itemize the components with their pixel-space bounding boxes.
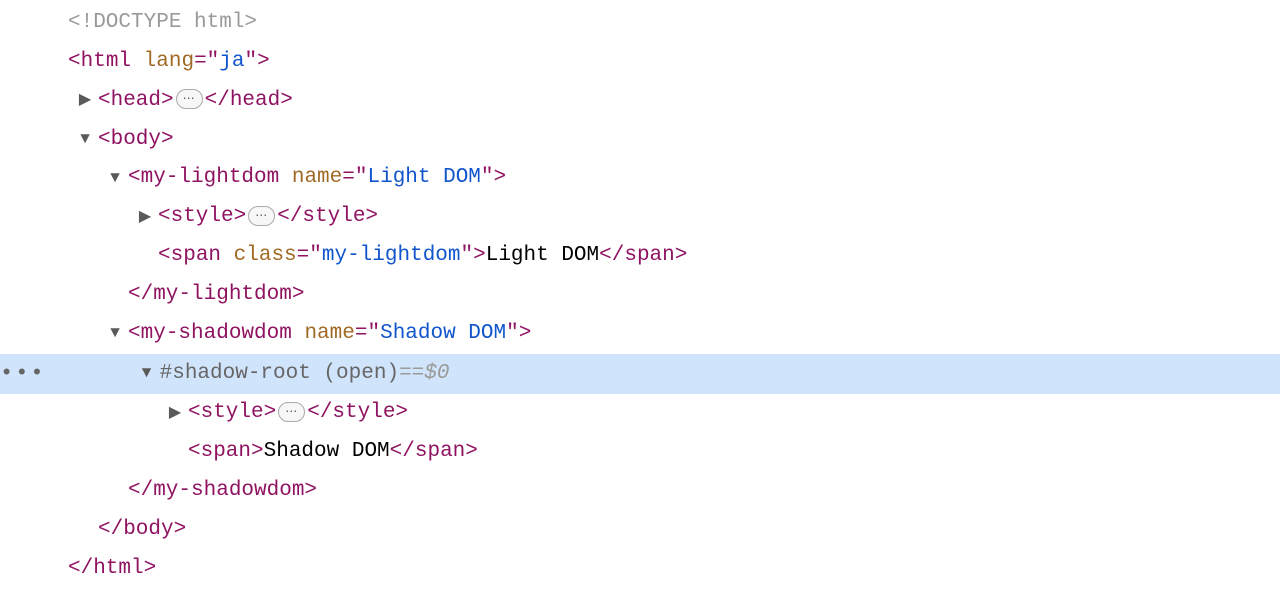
head-close-tag: </head> bbox=[205, 82, 293, 121]
gutter-more-icon[interactable]: ••• bbox=[0, 354, 46, 395]
shadow-style-open-tag: <style> bbox=[188, 394, 276, 433]
node-shadow-style[interactable]: ▶ <style> ⋯ </style> bbox=[0, 394, 1280, 433]
node-body-open[interactable]: ▼ <body> bbox=[0, 121, 1280, 160]
collapse-arrow-icon[interactable]: ▼ bbox=[74, 125, 96, 155]
expand-arrow-icon[interactable]: ▶ bbox=[164, 399, 186, 429]
ellipsis-pill[interactable]: ⋯ bbox=[278, 402, 305, 422]
selection-eq: == bbox=[399, 355, 424, 394]
expand-arrow-icon[interactable]: ▶ bbox=[134, 203, 156, 233]
my-lightdom-open-tag: <my-lightdom name="Light DOM"> bbox=[128, 159, 506, 198]
doctype-text: <!DOCTYPE html> bbox=[68, 4, 257, 43]
lightdom-span-open: <span class="my-lightdom"> bbox=[158, 237, 486, 276]
node-my-shadowdom-open[interactable]: ▼ <my-shadowdom name="Shadow DOM"> bbox=[0, 315, 1280, 354]
node-lightdom-style[interactable]: ▶ <style> ⋯ </style> bbox=[0, 198, 1280, 237]
shadow-span-close: </span> bbox=[390, 433, 478, 472]
style-close-tag: </style> bbox=[277, 198, 378, 237]
expand-arrow-icon[interactable]: ▶ bbox=[74, 86, 96, 116]
dom-tree: <!DOCTYPE html> <html lang="ja"> ▶ <head… bbox=[0, 0, 1280, 609]
node-html-open[interactable]: <html lang="ja"> bbox=[0, 43, 1280, 82]
html-open-tag: <html lang="ja"> bbox=[68, 43, 270, 82]
style-open-tag: <style> bbox=[158, 198, 246, 237]
html-close-tag: </html> bbox=[68, 550, 156, 589]
ellipsis-pill[interactable]: ⋯ bbox=[248, 206, 275, 226]
shadow-style-close-tag: </style> bbox=[307, 394, 408, 433]
node-my-shadowdom-close[interactable]: </my-shadowdom> bbox=[0, 472, 1280, 511]
shadow-span-open: <span> bbox=[188, 433, 264, 472]
node-html-close[interactable]: </html> bbox=[0, 550, 1280, 589]
collapse-arrow-icon[interactable]: ▼ bbox=[104, 319, 126, 349]
my-shadowdom-open-tag: <my-shadowdom name="Shadow DOM"> bbox=[128, 315, 531, 354]
shadow-root-label: #shadow-root (open) bbox=[160, 355, 399, 394]
lightdom-span-close: </span> bbox=[599, 237, 687, 276]
node-head[interactable]: ▶ <head> ⋯ </head> bbox=[0, 82, 1280, 121]
my-lightdom-close-tag: </my-lightdom> bbox=[128, 276, 304, 315]
head-open-tag: <head> bbox=[98, 82, 174, 121]
node-lightdom-span[interactable]: <span class="my-lightdom"> Light DOM</sp… bbox=[0, 237, 1280, 276]
my-shadowdom-close-tag: </my-shadowdom> bbox=[128, 472, 317, 511]
body-close-tag: </body> bbox=[98, 511, 186, 550]
body-open-tag: <body> bbox=[98, 121, 174, 160]
lightdom-span-text: Light DOM bbox=[486, 237, 599, 276]
node-shadow-span[interactable]: <span>Shadow DOM</span> bbox=[0, 433, 1280, 472]
node-shadow-root[interactable]: ••• ▼ #shadow-root (open) == $0 bbox=[0, 354, 1280, 395]
node-my-lightdom-close[interactable]: </my-lightdom> bbox=[0, 276, 1280, 315]
node-body-close[interactable]: </body> bbox=[0, 511, 1280, 550]
node-doctype[interactable]: <!DOCTYPE html> bbox=[0, 4, 1280, 43]
ellipsis-pill[interactable]: ⋯ bbox=[176, 89, 203, 109]
collapse-arrow-icon[interactable]: ▼ bbox=[104, 164, 126, 194]
collapse-arrow-icon[interactable]: ▼ bbox=[136, 359, 158, 389]
shadow-span-text: Shadow DOM bbox=[264, 433, 390, 472]
node-my-lightdom-open[interactable]: ▼ <my-lightdom name="Light DOM"> bbox=[0, 159, 1280, 198]
selection-dollar: $0 bbox=[424, 355, 449, 394]
